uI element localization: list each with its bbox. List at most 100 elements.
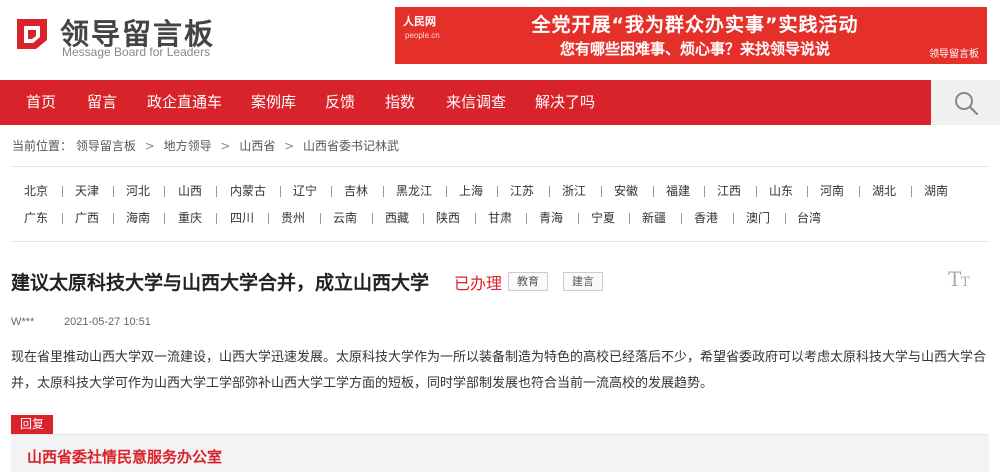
- province-link[interactable]: 吉林: [344, 184, 368, 198]
- province-link[interactable]: 上海: [459, 184, 483, 198]
- province-link[interactable]: 安徽: [614, 184, 638, 198]
- province-divider: [549, 186, 550, 197]
- province-link[interactable]: 四川: [230, 211, 254, 225]
- nav-item-messages[interactable]: 留言: [87, 80, 117, 125]
- tag-suggestion[interactable]: 建言: [563, 272, 603, 291]
- province-divider: [807, 186, 808, 197]
- campaign-banner[interactable]: 人民网 people.cn 全党开展“我为群众办实事”实践活动 您有哪些困难事、…: [395, 7, 987, 64]
- province-divider: [383, 186, 384, 197]
- nav-item-enterprise[interactable]: 政企直通车: [147, 80, 222, 125]
- province-link[interactable]: 青海: [539, 211, 563, 225]
- province-divider: [859, 186, 860, 197]
- author-name: W***: [11, 316, 35, 328]
- status-badge: 已办理: [454, 274, 503, 293]
- province-link[interactable]: 辽宁: [293, 184, 317, 198]
- province-link[interactable]: 陕西: [436, 211, 460, 225]
- province-link[interactable]: 香港: [694, 211, 718, 225]
- province-link[interactable]: 福建: [666, 184, 690, 198]
- province-divider: [216, 186, 217, 197]
- breadcrumb-prefix: 当前位置：: [12, 139, 73, 153]
- breadcrumb-item-leader[interactable]: 山西省委书记林武: [303, 139, 399, 153]
- province-divider: [331, 186, 332, 197]
- province-divider: [113, 213, 114, 224]
- province-divider: [372, 213, 373, 224]
- province-link[interactable]: 湖北: [872, 184, 896, 198]
- province-link[interactable]: 湖南: [924, 184, 948, 198]
- message-date: 2021-05-27 10:51: [64, 316, 151, 328]
- search-button[interactable]: [931, 80, 1000, 125]
- breadcrumb-item-province[interactable]: 山西省: [239, 139, 275, 153]
- banner-brand: 领导留言板: [929, 49, 979, 60]
- breadcrumb: 当前位置： 领导留言板 > 地方领导 > 山西省 > 山西省委书记林武: [12, 137, 399, 154]
- font-size-icon[interactable]: T T: [948, 266, 974, 290]
- breadcrumb-item-home[interactable]: 领导留言板: [76, 139, 136, 153]
- province-link[interactable]: 河南: [820, 184, 844, 198]
- province-divider: [320, 213, 321, 224]
- province-link[interactable]: 山西: [178, 184, 202, 198]
- province-link[interactable]: 重庆: [178, 211, 202, 225]
- province-link[interactable]: 广东: [24, 211, 48, 225]
- breadcrumb-sep: >: [284, 139, 295, 153]
- province-divider: [268, 213, 269, 224]
- province-link[interactable]: 澳门: [746, 211, 770, 225]
- message-content: 现在省里推动山西大学双一流建设，山西大学迅速发展。太原科技大学作为一所以装备制造…: [11, 350, 987, 391]
- province-link[interactable]: 江苏: [510, 184, 534, 198]
- province-link[interactable]: 宁夏: [591, 211, 615, 225]
- nav-item-survey[interactable]: 来信调查: [446, 80, 506, 125]
- svg-text:T: T: [961, 275, 970, 290]
- province-link[interactable]: 天津: [75, 184, 99, 198]
- province-divider: [601, 186, 602, 197]
- province-link[interactable]: 云南: [333, 211, 357, 225]
- province-divider: [681, 213, 682, 224]
- province-link[interactable]: 广西: [75, 211, 99, 225]
- search-icon: [955, 92, 979, 116]
- banner-badge: 人民网: [403, 15, 436, 28]
- banner-subheadline: 您有哪些困难事、烦心事？来找领导说说: [559, 40, 830, 58]
- province-link[interactable]: 河北: [126, 184, 150, 198]
- reply-office: 山西省委社情民意服务办公室: [27, 448, 223, 466]
- logo-subtitle: Message Board for Leaders: [62, 45, 211, 59]
- province-divider: [62, 186, 63, 197]
- logo-mark-icon[interactable]: [14, 16, 50, 52]
- province-divider: [216, 213, 217, 224]
- province-divider: [446, 186, 447, 197]
- province-divider: [497, 186, 498, 197]
- province-link[interactable]: 江西: [717, 184, 741, 198]
- reply-label: 回复: [11, 415, 54, 434]
- breadcrumb-sep: >: [220, 139, 231, 153]
- province-link[interactable]: 山东: [769, 184, 793, 198]
- nav-item-resolved[interactable]: 解决了吗: [535, 80, 595, 125]
- tag-education[interactable]: 教育: [508, 272, 548, 291]
- province-divider: [911, 186, 912, 197]
- province-link[interactable]: 海南: [126, 211, 150, 225]
- province-divider: [164, 213, 165, 224]
- message-title: 建议太原科技大学与山西大学合并，成立山西大学: [11, 272, 430, 294]
- breadcrumb-sep: >: [144, 139, 155, 153]
- province-panel: [11, 166, 989, 242]
- nav-item-index[interactable]: 指数: [385, 80, 415, 125]
- province-link[interactable]: 西藏: [385, 211, 409, 225]
- province-link[interactable]: 黑龙江: [396, 184, 432, 198]
- province-link[interactable]: 内蒙古: [230, 184, 266, 198]
- province-link[interactable]: 新疆: [642, 211, 666, 225]
- province-divider: [733, 213, 734, 224]
- province-link[interactable]: 台湾: [797, 211, 821, 225]
- province-divider: [475, 213, 476, 224]
- banner-headline: 全党开展“我为群众办实事”实践活动: [531, 14, 859, 36]
- province-link[interactable]: 贵州: [281, 211, 305, 225]
- province-divider: [756, 186, 757, 197]
- province-divider: [164, 186, 165, 197]
- nav-item-home[interactable]: 首页: [26, 80, 56, 125]
- breadcrumb-item-local[interactable]: 地方领导: [164, 139, 212, 153]
- province-divider: [113, 186, 114, 197]
- province-link[interactable]: 甘肃: [488, 211, 512, 225]
- nav-item-feedback[interactable]: 反馈: [325, 80, 355, 125]
- province-link[interactable]: 北京: [24, 184, 48, 198]
- province-divider: [62, 213, 63, 224]
- province-divider: [653, 186, 654, 197]
- province-divider: [423, 213, 424, 224]
- province-link[interactable]: 浙江: [562, 184, 586, 198]
- province-divider: [280, 186, 281, 197]
- main-nav: 首页 留言 政企直通车 案例库 反馈 指数 来信调查 解决了吗: [0, 80, 1000, 125]
- nav-item-cases[interactable]: 案例库: [251, 80, 296, 125]
